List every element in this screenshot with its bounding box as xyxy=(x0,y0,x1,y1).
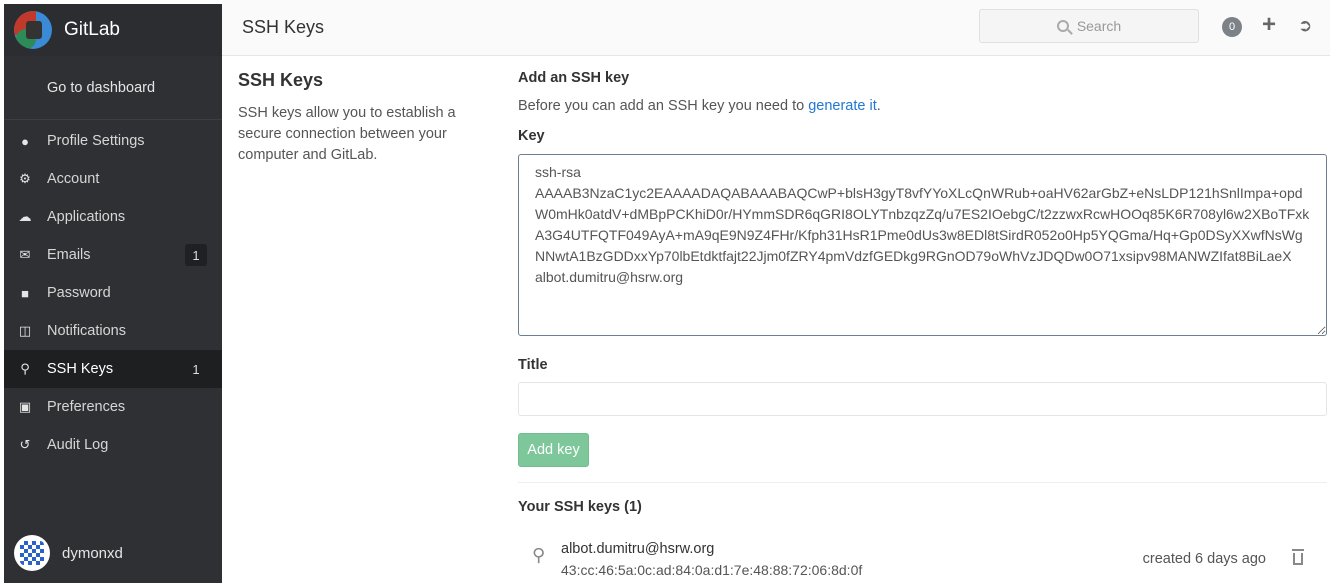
sidebar-item-profile-settings[interactable]: ● Profile Settings xyxy=(4,122,222,160)
search-placeholder: Search xyxy=(1076,18,1122,34)
title-label: Title xyxy=(518,357,548,373)
search-input[interactable]: Search xyxy=(979,9,1199,43)
todos-count-badge[interactable]: 0 xyxy=(1222,17,1242,37)
generate-hint-text: Before you can add an SSH key you need t… xyxy=(518,98,809,114)
divider xyxy=(518,482,1327,483)
sidebar-item-ssh-keys[interactable]: ⚲ SSH Keys 1 xyxy=(4,350,222,388)
key-title-link[interactable]: albot.dumitru@hsrw.org xyxy=(561,541,714,557)
lock-icon: ■ xyxy=(21,285,29,301)
username[interactable]: dymonxd xyxy=(62,545,123,562)
envelope-icon: ✉ xyxy=(19,247,31,262)
sidebar-item-label: Emails xyxy=(47,247,91,263)
intro-section: SSH Keys SSH keys allow you to establish… xyxy=(238,70,493,166)
inbox-icon: ◫ xyxy=(18,323,32,338)
image-icon: ▣ xyxy=(18,399,32,414)
sidebar-item-label: Profile Settings xyxy=(47,133,145,149)
sidebar-item-label: Account xyxy=(47,171,100,187)
sidebar-item-account[interactable]: ⚙ Account xyxy=(4,160,222,198)
sidebar-header[interactable]: GitLab xyxy=(4,4,222,56)
sidebar-item-label: Notifications xyxy=(47,323,126,339)
intro-heading: SSH Keys xyxy=(238,70,324,90)
sidebar-item-applications[interactable]: ☁ Applications xyxy=(4,198,222,236)
key-fingerprint: 43:cc:46:5a:0c:ad:84:0a:d1:7e:48:88:72:0… xyxy=(561,562,863,578)
sidebar-item-label: SSH Keys xyxy=(47,361,114,377)
ssh-key-form: Add an SSH key Before you can add an SSH… xyxy=(518,70,1327,579)
key-label: Key xyxy=(518,128,545,144)
list-item: ⚲ albot.dumitru@hsrw.org 43:cc:46:5a:0c:… xyxy=(518,539,1327,579)
key-icon: ⚲ xyxy=(20,361,30,376)
avatar[interactable] xyxy=(14,535,50,571)
sidebar-item-label: Applications xyxy=(47,209,126,225)
emails-count-badge: 1 xyxy=(185,244,207,266)
new-project-plus-icon[interactable]: + xyxy=(1262,13,1276,37)
sidebar-item-password[interactable]: ■ Password xyxy=(4,274,222,312)
user-profile-link[interactable]: dymonxd xyxy=(4,535,123,571)
key-icon: ⚲ xyxy=(532,545,546,565)
delete-key-button[interactable] xyxy=(1292,549,1304,568)
form-heading: Add an SSH key xyxy=(518,70,630,86)
user-icon: ● xyxy=(21,133,29,149)
sidebar-item-label: Audit Log xyxy=(47,437,109,453)
trash-icon xyxy=(1292,549,1304,565)
sidebar-item-emails[interactable]: ✉ Emails 1 xyxy=(4,236,222,274)
sidebar: GitLab Go to dashboard ● Profile Setting… xyxy=(4,4,222,583)
settings-nav: ● Profile Settings ⚙ Account ☁ Applicati… xyxy=(4,120,222,464)
cloud-icon: ☁ xyxy=(18,209,32,224)
generate-hint: Before you can add an SSH key you need t… xyxy=(518,98,1326,114)
sidebar-item-label: Preferences xyxy=(47,399,126,415)
generate-it-link[interactable]: generate it xyxy=(808,98,877,114)
sidebar-item-preferences[interactable]: ▣ Preferences xyxy=(4,388,222,426)
top-bar: SSH Keys Search 0 + ➲ xyxy=(222,0,1330,56)
gitlab-logo-icon[interactable] xyxy=(14,11,52,49)
title-input[interactable] xyxy=(518,382,1327,416)
key-created-time: created 6 days ago xyxy=(1142,551,1266,567)
gear-icon: ⚙ xyxy=(19,171,31,186)
go-to-dashboard-link[interactable]: Go to dashboard xyxy=(4,56,222,120)
your-keys-heading: Your SSH keys (1) xyxy=(518,499,642,515)
add-key-button[interactable]: Add key xyxy=(518,433,589,467)
page-title: SSH Keys xyxy=(242,17,325,37)
search-icon xyxy=(1056,20,1069,32)
sidebar-item-label: Password xyxy=(47,285,111,301)
brand-name[interactable]: GitLab xyxy=(64,19,120,41)
key-textarea[interactable] xyxy=(518,154,1327,336)
generate-hint-suffix: . xyxy=(876,98,881,114)
history-icon: ↺ xyxy=(19,437,31,452)
sign-out-icon[interactable]: ➲ xyxy=(1298,16,1312,36)
intro-description: SSH keys allow you to establish a secure… xyxy=(238,105,456,163)
sidebar-item-audit-log[interactable]: ↺ Audit Log xyxy=(4,426,222,464)
ssh-keys-count-badge: 1 xyxy=(192,361,200,377)
sidebar-item-notifications[interactable]: ◫ Notifications xyxy=(4,312,222,350)
